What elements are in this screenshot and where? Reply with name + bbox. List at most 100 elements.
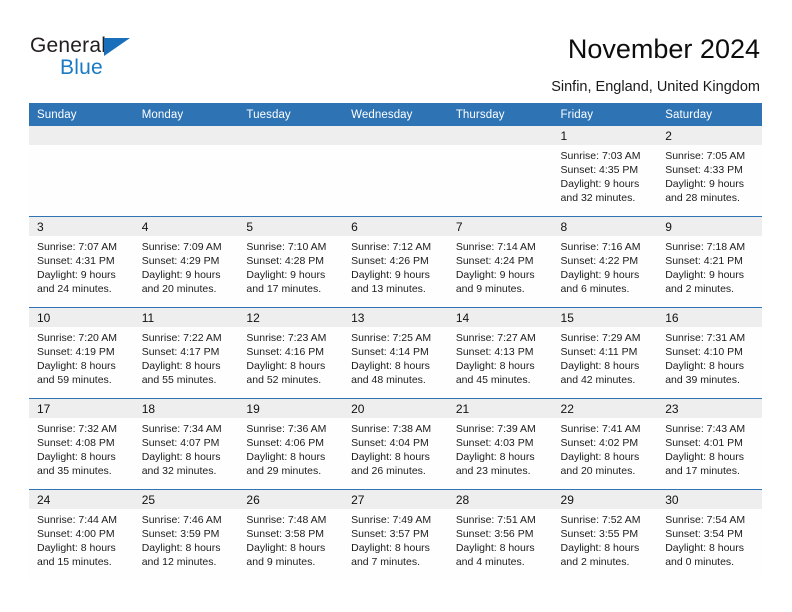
- day-sun-info: Sunrise: 7:20 AM Sunset: 4:19 PM Daylight:…: [29, 327, 134, 387]
- sunrise-time: Sunrise: 7:36 AM: [246, 423, 327, 435]
- day-number: 6: [351, 220, 358, 234]
- daylight-duration-line2: and 55 minutes.: [141, 374, 217, 386]
- day-number: 25: [141, 493, 156, 507]
- daylight-duration-line2: and 12 minutes.: [141, 556, 217, 568]
- weekday-header-wednesday: Wednesday: [343, 103, 448, 126]
- calendar-day-cell[interactable]: 1 Sunrise: 7:03 AM Sunset: 4:35 PM Daylight…: [552, 126, 658, 217]
- calendar-day-cell[interactable]: 28 Sunrise: 7:51 AM Sunset: 3:56 PM Dayligh…: [447, 489, 553, 580]
- daylight-duration-line1: Daylight: 8 hours: [665, 542, 745, 554]
- day-cell-content: 21 Sunrise: 7:39 AM Sunset: 4:03 PM Dayligh…: [447, 399, 553, 489]
- day-cell-content: 23 Sunrise: 7:43 AM Sunset: 4:01 PM Dayligh…: [657, 399, 762, 489]
- day-cell-content: 24 Sunrise: 7:44 AM Sunset: 4:00 PM Dayligh…: [29, 490, 134, 580]
- daylight-duration-line1: Daylight: 8 hours: [351, 542, 430, 554]
- calendar-day-cell[interactable]: 7 Sunrise: 7:14 AM Sunset: 4:24 PM Daylight…: [447, 216, 553, 308]
- calendar-day-cell[interactable]: 12 Sunrise: 7:23 AM Sunset: 4:16 PM Dayligh…: [238, 307, 344, 399]
- calendar-day-cell-empty: [238, 126, 344, 217]
- day-sun-info: Sunrise: 7:12 AM Sunset: 4:26 PM Daylight:…: [343, 236, 448, 296]
- sunset-time: Sunset: 4:24 PM: [455, 255, 534, 267]
- daylight-duration-line2: and 29 minutes.: [246, 465, 322, 477]
- day-cell-content: 3 Sunrise: 7:07 AM Sunset: 4:31 PM Daylight…: [29, 217, 134, 307]
- day-cell-content: 28 Sunrise: 7:51 AM Sunset: 3:56 PM Dayligh…: [447, 490, 553, 580]
- daylight-duration-line1: Daylight: 8 hours: [665, 451, 745, 463]
- calendar-day-cell[interactable]: 22 Sunrise: 7:41 AM Sunset: 4:02 PM Dayligh…: [552, 398, 658, 490]
- daylight-duration-line1: Daylight: 8 hours: [141, 542, 221, 554]
- sunrise-time: Sunrise: 7:44 AM: [37, 514, 117, 526]
- calendar-day-cell[interactable]: 6 Sunrise: 7:12 AM Sunset: 4:26 PM Daylight…: [343, 216, 448, 308]
- calendar-day-cell[interactable]: 16 Sunrise: 7:31 AM Sunset: 4:10 PM Dayligh…: [657, 307, 762, 399]
- calendar-day-cell[interactable]: 8 Sunrise: 7:16 AM Sunset: 4:22 PM Daylight…: [552, 216, 658, 308]
- calendar-day-cell[interactable]: 24 Sunrise: 7:44 AM Sunset: 4:00 PM Dayligh…: [29, 489, 134, 580]
- calendar-day-cell[interactable]: 21 Sunrise: 7:39 AM Sunset: 4:03 PM Dayligh…: [447, 398, 553, 490]
- calendar-day-cell[interactable]: 10 Sunrise: 7:20 AM Sunset: 4:19 PM Dayligh…: [29, 307, 134, 399]
- daylight-duration-line1: Daylight: 8 hours: [560, 451, 640, 463]
- sunrise-time: Sunrise: 7:41 AM: [560, 423, 641, 435]
- day-sun-info: Sunrise: 7:18 AM Sunset: 4:21 PM Daylight:…: [657, 236, 762, 296]
- daylight-duration-line2: and 13 minutes.: [351, 283, 426, 295]
- calendar-day-cell[interactable]: 3 Sunrise: 7:07 AM Sunset: 4:31 PM Daylight…: [29, 216, 134, 308]
- day-cell-content: [343, 126, 448, 216]
- sunrise-time: Sunrise: 7:10 AM: [246, 241, 327, 253]
- day-number-band: 22: [552, 399, 658, 418]
- calendar-day-cell[interactable]: 14 Sunrise: 7:27 AM Sunset: 4:13 PM Dayligh…: [447, 307, 553, 399]
- day-cell-content: [447, 126, 553, 216]
- day-number: 5: [246, 220, 254, 234]
- daylight-duration-line2: and 0 minutes.: [665, 556, 735, 568]
- calendar-day-cell[interactable]: 15 Sunrise: 7:29 AM Sunset: 4:11 PM Dayligh…: [552, 307, 658, 399]
- sunset-time: Sunset: 4:35 PM: [560, 164, 639, 176]
- sunrise-time: Sunrise: 7:23 AM: [246, 332, 327, 344]
- calendar-day-cell-empty: [447, 126, 553, 217]
- day-cell-content: 8 Sunrise: 7:16 AM Sunset: 4:22 PM Daylight…: [552, 217, 658, 307]
- brand-logo[interactable]: General Blue: [30, 34, 180, 86]
- calendar-day-cell[interactable]: 23 Sunrise: 7:43 AM Sunset: 4:01 PM Dayligh…: [657, 398, 762, 490]
- day-number-band: 1: [552, 126, 658, 145]
- sunrise-time: Sunrise: 7:07 AM: [37, 241, 117, 253]
- calendar-day-cell[interactable]: 9 Sunrise: 7:18 AM Sunset: 4:21 PM Daylight…: [657, 216, 762, 308]
- calendar-day-cell[interactable]: 5 Sunrise: 7:10 AM Sunset: 4:28 PM Daylight…: [238, 216, 344, 308]
- calendar-day-cell[interactable]: 29 Sunrise: 7:52 AM Sunset: 3:55 PM Dayligh…: [552, 489, 658, 580]
- calendar-day-cell[interactable]: 25 Sunrise: 7:46 AM Sunset: 3:59 PM Dayligh…: [133, 489, 239, 580]
- sunset-time: Sunset: 4:28 PM: [246, 255, 325, 267]
- day-sun-info: Sunrise: 7:05 AM Sunset: 4:33 PM Daylight:…: [657, 145, 762, 205]
- calendar-day-cell[interactable]: 4 Sunrise: 7:09 AM Sunset: 4:29 PM Daylight…: [133, 216, 239, 308]
- day-sun-info: Sunrise: 7:49 AM Sunset: 3:57 PM Daylight:…: [343, 509, 448, 569]
- calendar-day-cell[interactable]: 26 Sunrise: 7:48 AM Sunset: 3:58 PM Dayligh…: [238, 489, 344, 580]
- sunset-time: Sunset: 4:14 PM: [351, 346, 429, 358]
- calendar-day-cell[interactable]: 2 Sunrise: 7:05 AM Sunset: 4:33 PM Daylight…: [657, 126, 762, 217]
- day-number: 3: [37, 220, 44, 234]
- day-cell-content: 19 Sunrise: 7:36 AM Sunset: 4:06 PM Dayligh…: [238, 399, 344, 489]
- daylight-duration-line2: and 42 minutes.: [560, 374, 636, 386]
- daylight-duration-line2: and 9 minutes.: [246, 556, 316, 568]
- sunset-time: Sunset: 4:21 PM: [665, 255, 743, 267]
- day-sun-info: Sunrise: 7:38 AM Sunset: 4:04 PM Daylight:…: [343, 418, 448, 478]
- day-sun-info: Sunrise: 7:36 AM Sunset: 4:06 PM Daylight:…: [238, 418, 343, 478]
- weekday-header-monday: Monday: [133, 103, 239, 126]
- calendar-day-cell[interactable]: 27 Sunrise: 7:49 AM Sunset: 3:57 PM Dayligh…: [343, 489, 448, 580]
- daylight-duration-line2: and 15 minutes.: [37, 556, 112, 568]
- day-number-band: 9: [657, 217, 762, 236]
- sunrise-time: Sunrise: 7:34 AM: [141, 423, 222, 435]
- brand-name-blue: Blue: [60, 56, 103, 79]
- calendar-day-cell[interactable]: 19 Sunrise: 7:36 AM Sunset: 4:06 PM Dayligh…: [238, 398, 344, 490]
- day-number-band: 16: [657, 308, 762, 327]
- calendar-day-cell[interactable]: 18 Sunrise: 7:34 AM Sunset: 4:07 PM Dayligh…: [133, 398, 239, 490]
- sunrise-time: Sunrise: 7:52 AM: [560, 514, 641, 526]
- calendar-day-cell[interactable]: 13 Sunrise: 7:25 AM Sunset: 4:14 PM Dayligh…: [343, 307, 448, 399]
- daylight-duration-line2: and 23 minutes.: [455, 465, 531, 477]
- daylight-duration-line2: and 17 minutes.: [665, 465, 740, 477]
- sunrise-time: Sunrise: 7:43 AM: [665, 423, 746, 435]
- calendar-day-cell[interactable]: 30 Sunrise: 7:54 AM Sunset: 3:54 PM Dayligh…: [657, 489, 762, 580]
- sunrise-time: Sunrise: 7:14 AM: [455, 241, 536, 253]
- calendar-day-cell[interactable]: 20 Sunrise: 7:38 AM Sunset: 4:04 PM Dayligh…: [343, 398, 448, 490]
- calendar-day-cell[interactable]: 11 Sunrise: 7:22 AM Sunset: 4:17 PM Dayligh…: [133, 307, 239, 399]
- brand-triangle-icon: [104, 38, 130, 56]
- sunset-time: Sunset: 4:29 PM: [141, 255, 220, 267]
- sunrise-time: Sunrise: 7:12 AM: [351, 241, 432, 253]
- calendar-day-cell-empty: [343, 126, 448, 217]
- daylight-duration-line1: Daylight: 9 hours: [455, 269, 535, 281]
- day-cell-content: 10 Sunrise: 7:20 AM Sunset: 4:19 PM Dayligh…: [29, 308, 134, 398]
- calendar-day-cell[interactable]: 17 Sunrise: 7:32 AM Sunset: 4:08 PM Dayligh…: [29, 398, 134, 490]
- calendar-week-row: 10 Sunrise: 7:20 AM Sunset: 4:19 PM Dayligh…: [29, 307, 762, 399]
- calendar-week-row: 3 Sunrise: 7:07 AM Sunset: 4:31 PM Daylight…: [29, 216, 762, 308]
- sunset-time: Sunset: 3:55 PM: [560, 528, 639, 540]
- day-cell-content: 29 Sunrise: 7:52 AM Sunset: 3:55 PM Dayligh…: [552, 490, 658, 580]
